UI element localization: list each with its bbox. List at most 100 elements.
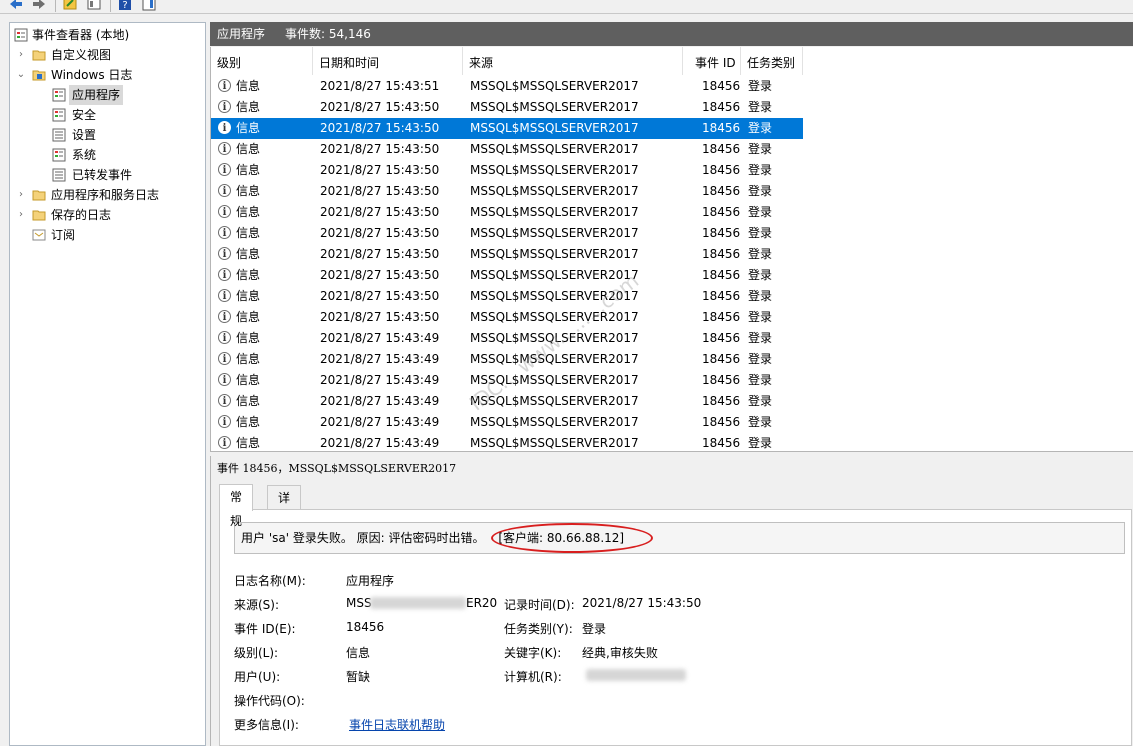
event-message[interactable]: 用户 'sa' 登录失败。 原因: 评估密码时出错。 [客户端: 80.66.8… [234,522,1125,554]
log-icon [52,128,66,142]
table-row[interactable]: 信息 2021/8/27 15:43:50 MSSQL$MSSQLSERVER201… [211,181,803,202]
table-row[interactable]: 信息 2021/8/27 15:43:50 MSSQL$MSSQLSERVER201… [211,160,803,181]
toolbar-separator [110,0,111,12]
table-row[interactable]: 信息 2021/8/27 15:43:50 MSSQL$MSSQLSERVER201… [211,307,803,328]
column-header-category[interactable]: 任务类别 [741,47,803,75]
info-icon [218,391,231,412]
column-header-datetime[interactable]: 日期和时间 [313,47,463,75]
cell-source: MSSQL$MSSQLSERVER2017 [470,373,639,387]
cell-level: 信息 [236,268,261,282]
help-icon[interactable]: ? [117,0,133,12]
cell-datetime: 2021/8/27 15:43:50 [320,310,440,324]
properties-icon[interactable] [86,0,102,12]
table-row[interactable]: 信息 2021/8/27 15:43:50 MSSQL$MSSQLSERVER201… [211,97,803,118]
column-header-source[interactable]: 来源 [463,47,683,75]
keywords-label: 关键字(K): [504,646,562,660]
chevron-right-icon[interactable]: › [16,205,26,225]
event-viewer-icon [14,28,28,42]
cell-event-id: 18456 [702,331,741,345]
cell-datetime: 2021/8/27 15:43:51 [320,79,440,93]
info-icon [218,76,231,97]
toolbar: ? [0,0,1133,14]
info-icon [218,433,231,451]
event-id-value: 18456 [346,620,385,634]
online-help-link[interactable]: 事件日志联机帮助 [349,716,445,733]
chevron-right-icon[interactable]: › [16,185,26,205]
table-row[interactable]: 信息 2021/8/27 15:43:50 MSSQL$MSSQLSERVER201… [211,286,803,307]
column-header-event-id[interactable]: 事件 ID [683,47,741,75]
info-icon [218,181,231,202]
chevron-right-icon[interactable]: › [16,45,26,65]
cell-datetime: 2021/8/27 15:43:49 [320,352,440,366]
table-row[interactable]: 信息 2021/8/27 15:43:49 MSSQL$MSSQLSERVER201… [211,412,803,433]
table-row[interactable]: 信息 2021/8/27 15:43:50 MSSQL$MSSQLSERVER201… [211,118,803,139]
open-folder-icon [32,70,46,81]
cell-datetime: 2021/8/27 15:43:49 [320,331,440,345]
table-row[interactable]: 信息 2021/8/27 15:43:49 MSSQL$MSSQLSERVER201… [211,391,803,412]
cell-source: MSSQL$MSSQLSERVER2017 [470,100,639,114]
cell-level: 信息 [236,331,261,345]
cell-level: 信息 [236,100,261,114]
tree-label: 事件查看器 (本地) [32,28,130,42]
cell-event-id: 18456 [702,121,741,135]
table-row[interactable]: 信息 2021/8/27 15:43:50 MSSQL$MSSQLSERVER201… [211,265,803,286]
tree-label: 设置 [72,128,97,142]
cell-datetime: 2021/8/27 15:43:50 [320,163,440,177]
tab-general[interactable]: 常规 [219,484,254,528]
folder-icon [32,210,46,221]
tree-label: 应用程序 [69,85,124,105]
info-icon [218,349,231,370]
cell-level: 信息 [236,247,261,261]
cell-event-id: 18456 [702,352,741,366]
table-row[interactable]: 信息 2021/8/27 15:43:49 MSSQL$MSSQLSERVER201… [211,328,803,349]
table-row[interactable]: 信息 2021/8/27 15:43:50 MSSQL$MSSQLSERVER201… [211,139,803,160]
cell-event-id: 18456 [702,142,741,156]
cell-source: MSSQL$MSSQLSERVER2017 [470,121,639,135]
log-icon [52,108,66,122]
cell-source: MSSQL$MSSQLSERVER2017 [470,289,639,303]
cell-source: MSSQL$MSSQLSERVER2017 [470,415,639,429]
cell-category: 登录 [748,415,773,429]
up-folder-icon[interactable] [62,0,78,12]
table-row[interactable]: 信息 2021/8/27 15:43:50 MSSQL$MSSQLSERVER201… [211,223,803,244]
back-icon[interactable] [8,0,24,12]
cell-event-id: 18456 [702,205,741,219]
cell-category: 登录 [748,289,773,303]
cell-level: 信息 [236,436,261,450]
cell-category: 登录 [748,247,773,261]
table-row[interactable]: 信息 2021/8/27 15:43:51 MSSQL$MSSQLSERVER201… [211,76,803,97]
redacted-source [370,597,466,609]
log-name-label: 日志名称(M): [234,574,306,588]
subscription-icon [32,229,46,241]
info-icon [218,202,231,223]
cell-source: MSSQL$MSSQLSERVER2017 [470,310,639,324]
cell-category: 登录 [748,79,773,93]
event-count: 事件数: 54,146 [285,27,371,41]
cell-source: MSSQL$MSSQLSERVER2017 [470,352,639,366]
cell-datetime: 2021/8/27 15:43:49 [320,394,440,408]
cell-level: 信息 [236,352,261,366]
table-row[interactable]: 信息 2021/8/27 15:43:49 MSSQL$MSSQLSERVER201… [211,433,803,451]
column-header-row: 级别 日期和时间 来源 事件 ID 任务类别 [211,47,1133,75]
cell-datetime: 2021/8/27 15:43:50 [320,100,440,114]
table-row[interactable]: 信息 2021/8/27 15:43:49 MSSQL$MSSQLSERVER201… [211,349,803,370]
cell-category: 登录 [748,205,773,219]
show-pane-icon[interactable] [141,0,157,12]
cell-category: 登录 [748,100,773,114]
info-icon [218,223,231,244]
event-list: 级别 日期和时间 来源 事件 ID 任务类别 信息 2021/8/27 15:43… [210,47,1133,451]
tree-label: 安全 [72,108,97,122]
cell-datetime: 2021/8/27 15:43:50 [320,121,440,135]
column-header-level[interactable]: 级别 [211,47,313,75]
cell-event-id: 18456 [702,79,741,93]
table-row[interactable]: 信息 2021/8/27 15:43:49 MSSQL$MSSQLSERVER201… [211,370,803,391]
cell-level: 信息 [236,310,261,324]
cell-category: 登录 [748,121,773,135]
table-row[interactable]: 信息 2021/8/27 15:43:50 MSSQL$MSSQLSERVER201… [211,244,803,265]
chevron-down-icon[interactable]: ⌄ [16,65,26,85]
table-row[interactable]: 信息 2021/8/27 15:43:50 MSSQL$MSSQLSERVER201… [211,202,803,223]
forward-icon[interactable] [31,0,47,12]
tab-details[interactable]: 详细信息 [267,485,302,577]
cell-event-id: 18456 [702,184,741,198]
redacted-computer [586,669,686,681]
